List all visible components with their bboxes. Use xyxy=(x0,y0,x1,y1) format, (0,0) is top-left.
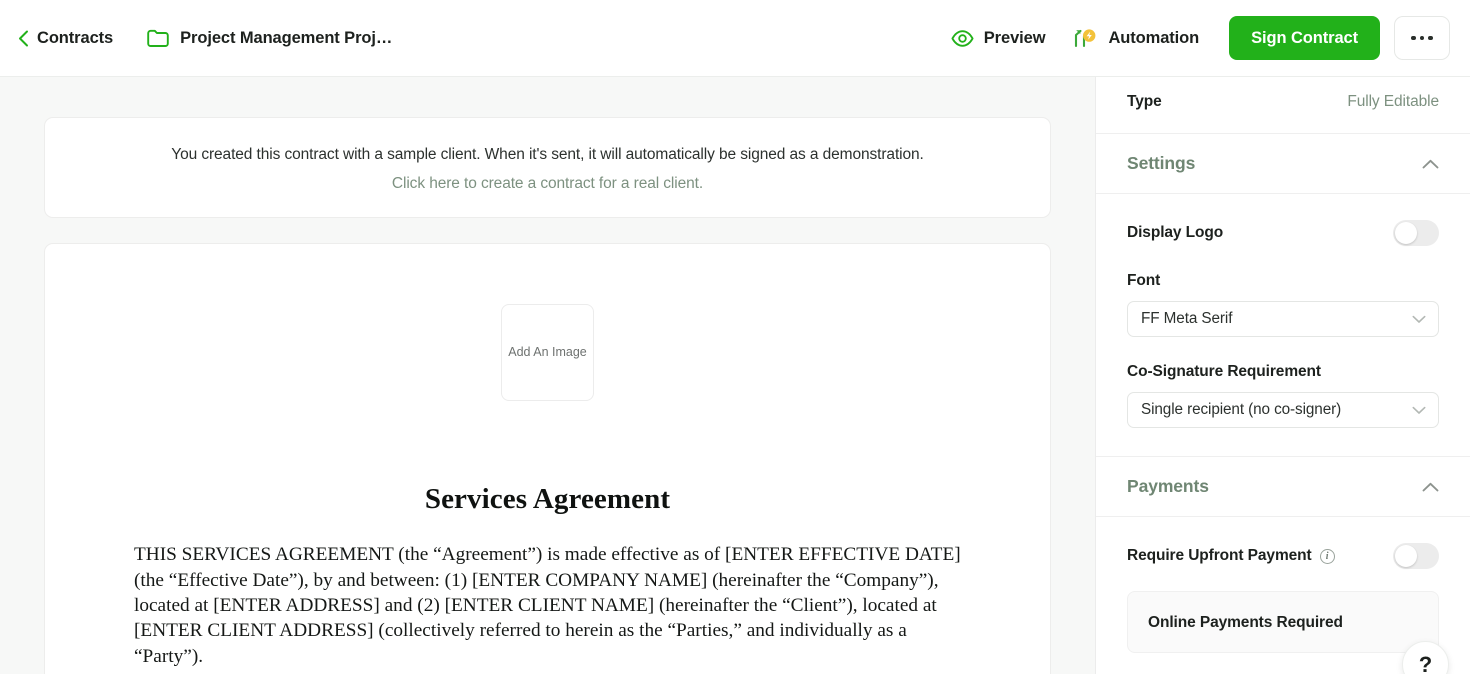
contract-document: Add An Image Services Agreement THIS SER… xyxy=(44,243,1051,674)
notice-message: You created this contract with a sample … xyxy=(171,146,924,163)
require-upfront-payment-toggle[interactable] xyxy=(1393,543,1439,569)
require-upfront-payment-row: Require Upfront Payment i xyxy=(1127,543,1439,569)
payments-section-title: Payments xyxy=(1127,476,1209,496)
automation-button[interactable]: Automation xyxy=(1059,19,1213,57)
automation-bolt-icon xyxy=(1075,29,1096,48)
chevron-up-icon xyxy=(1422,482,1439,491)
cosignature-field: Co-Signature Requirement Single recipien… xyxy=(1127,363,1439,428)
font-select-value: FF Meta Serif xyxy=(1141,310,1233,327)
settings-section-header[interactable]: Settings xyxy=(1096,134,1470,194)
display-logo-row: Display Logo xyxy=(1127,220,1439,246)
require-upfront-payment-text: Require Upfront Payment xyxy=(1127,547,1312,564)
top-bar: Contracts Project Management Proj… Previ… xyxy=(0,0,1470,77)
breadcrumb-back-contracts[interactable]: Contracts xyxy=(18,29,113,48)
eye-icon xyxy=(951,29,974,47)
info-icon[interactable]: i xyxy=(1319,548,1335,564)
contract-type-label: Type xyxy=(1127,93,1162,110)
payments-section-header[interactable]: Payments xyxy=(1096,456,1470,517)
require-upfront-payment-label: Require Upfront Payment i xyxy=(1127,547,1335,565)
chevron-down-icon xyxy=(1412,406,1426,414)
online-payments-required-title: Online Payments Required xyxy=(1148,614,1343,631)
online-payments-required-box: Online Payments Required xyxy=(1127,591,1439,653)
payments-section-body: Require Upfront Payment i Online Payment… xyxy=(1096,517,1470,653)
font-select[interactable]: FF Meta Serif xyxy=(1127,301,1439,337)
more-dot xyxy=(1411,35,1416,41)
chevron-up-icon xyxy=(1422,159,1439,168)
chevron-down-icon xyxy=(1412,315,1426,323)
chevron-left-icon xyxy=(19,30,28,46)
settings-section-body: Display Logo Font FF Meta Serif Co-Signa… xyxy=(1096,194,1470,428)
breadcrumb-folder[interactable]: Project Management Proj… xyxy=(147,29,392,48)
top-bar-actions: Preview Automation Sign Contract xyxy=(937,16,1450,60)
settings-sidebar: Type Fully Editable Settings Display Log… xyxy=(1095,77,1470,674)
more-dot xyxy=(1419,35,1425,41)
preview-label: Preview xyxy=(983,28,1046,47)
more-options-button[interactable] xyxy=(1394,16,1450,60)
toggle-knob xyxy=(1395,222,1417,244)
add-image-placeholder[interactable]: Add An Image xyxy=(501,304,594,402)
toggle-knob xyxy=(1395,545,1417,567)
cosignature-select[interactable]: Single recipient (no co-signer) xyxy=(1127,392,1439,428)
contract-editor-app: Contracts Project Management Proj… Previ… xyxy=(0,0,1470,674)
font-label: Font xyxy=(1127,272,1161,289)
more-dot xyxy=(1428,35,1433,41)
sign-contract-button[interactable]: Sign Contract xyxy=(1229,16,1380,60)
folder-icon xyxy=(147,29,169,47)
preview-button[interactable]: Preview xyxy=(937,21,1060,56)
contract-title[interactable]: Services Agreement xyxy=(45,483,1050,516)
sample-contract-notice: You created this contract with a sample … xyxy=(44,117,1051,219)
cosignature-select-value: Single recipient (no co-signer) xyxy=(1141,401,1342,418)
display-logo-label: Display Logo xyxy=(1127,224,1224,241)
contract-body-paragraph[interactable]: THIS SERVICES AGREEMENT (the “Agreement”… xyxy=(134,542,961,668)
display-logo-toggle[interactable] xyxy=(1393,220,1439,246)
breadcrumb-back-label: Contracts xyxy=(37,28,114,47)
settings-section-title: Settings xyxy=(1127,153,1196,173)
create-real-contract-link[interactable]: Click here to create a contract for a re… xyxy=(392,175,703,193)
font-field: Font FF Meta Serif xyxy=(1127,272,1439,337)
document-canvas: You created this contract with a sample … xyxy=(0,77,1095,674)
cosignature-label: Co-Signature Requirement xyxy=(1127,363,1321,380)
breadcrumb-folder-label: Project Management Proj… xyxy=(180,28,393,47)
automation-label: Automation xyxy=(1108,28,1200,47)
contract-type-value: Fully Editable xyxy=(1347,93,1439,110)
contract-type-row: Type Fully Editable xyxy=(1096,77,1470,134)
